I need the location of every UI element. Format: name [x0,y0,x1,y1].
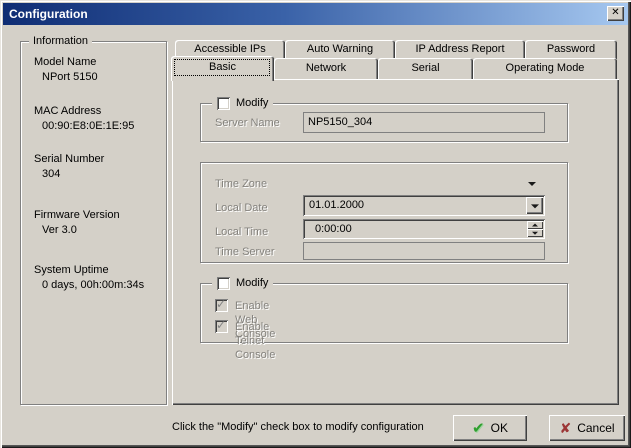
tab-serial[interactable]: Serial [378,58,473,79]
info-field-system-uptime: System Uptime 0 days, 00h:00m:34s [34,263,144,293]
server-name-input[interactable]: NP5150_304 [303,112,545,133]
modify-server-checkbox[interactable] [217,97,230,110]
tab-network[interactable]: Network [274,58,378,79]
local-date-label: Local Date [215,201,268,215]
info-field-firmware-version: Firmware Version Ver 3.0 [34,208,120,238]
tab-focus-rect [174,59,270,76]
modify-server-label: Modify [236,97,268,110]
spin-up-button[interactable] [527,221,543,229]
information-group-title: Information [29,35,92,48]
info-field-serial-number: Serial Number 304 [34,152,104,182]
title-bar[interactable]: Configuration ✕ [3,3,628,25]
tab-label: Auto Warning [307,43,373,55]
modify-server-checkbox-row[interactable]: Modify [212,96,273,110]
modify-console-checkbox-row[interactable]: Modify [212,276,273,290]
chevron-down-icon [532,232,538,235]
modify-console-label: Modify [236,277,268,290]
info-value: 304 [34,167,104,182]
tab-auto-warning[interactable]: Auto Warning [285,40,395,59]
local-time-value: 0:00:00 [315,219,352,239]
tab-password[interactable]: Password [525,40,617,59]
info-label: MAC Address [34,104,134,119]
chevron-up-icon [532,224,538,227]
info-label: System Uptime [34,263,144,278]
ok-button-label: OK [491,421,508,435]
info-label: Firmware Version [34,208,120,223]
check-icon: ✓ [216,318,226,332]
enable-telnet-console-checkbox[interactable]: ✓ [215,320,228,333]
info-label: Model Name [34,55,98,70]
spin-down-button[interactable] [527,229,543,237]
tab-ip-address-report[interactable]: IP Address Report [395,40,525,59]
info-field-model-name: Model Name NPort 5150 [34,55,98,85]
configuration-dialog: Configuration ✕ Information Model Name N… [0,0,631,448]
time-zone-combo[interactable] [303,173,545,191]
time-server-input[interactable] [303,242,545,260]
info-label: Serial Number [34,152,104,167]
footer-hint-text: Click the "Modify" check box to modify c… [172,414,424,440]
close-button[interactable]: ✕ [607,6,624,21]
tab-label: Accessible IPs [194,43,266,55]
chevron-down-icon [531,204,539,208]
check-icon: ✓ [216,297,226,311]
server-name-value: NP5150_304 [308,116,372,128]
info-value: Ver 3.0 [34,223,120,238]
ok-button[interactable]: ✔ OK [453,415,527,441]
cancel-button-label: Cancel [577,421,614,435]
information-group: Information Model Name NPort 5150 MAC Ad… [20,41,167,405]
tab-basic[interactable]: Basic [171,56,274,81]
time-server-label: Time Server [215,245,275,259]
tab-label: Operating Mode [506,62,585,74]
info-field-mac-address: MAC Address 00:90:E8:0E:1E:95 [34,104,134,134]
tab-label: Password [547,43,595,55]
enable-web-console-checkbox[interactable]: ✓ [215,299,228,312]
tab-label: IP Address Report [415,43,504,55]
modify-console-checkbox[interactable] [217,277,230,290]
local-date-combo[interactable]: 01.01.2000 [303,195,545,216]
chevron-down-icon [528,182,536,186]
enable-telnet-console-label: Enable Telnet Console [235,320,275,362]
time-settings-group: Time Zone Local Date 01.01.2000 Local Ti… [200,162,568,263]
cancel-x-icon: ✘ [559,420,571,437]
close-icon: ✕ [611,7,619,18]
time-zone-label: Time Zone [215,177,267,191]
cancel-button[interactable]: ✘ Cancel [549,415,625,441]
window-title: Configuration [9,7,88,21]
tab-label: Serial [411,62,439,74]
server-name-label: Server Name [215,116,280,130]
info-value: 00:90:E8:0E:1E:95 [34,119,134,134]
ok-check-icon: ✔ [472,419,485,437]
local-time-label: Local Time [215,225,268,239]
info-value: 0 days, 00h:00m:34s [34,278,144,293]
local-date-dropdown-button[interactable] [526,197,543,214]
local-time-spinner[interactable]: 0:00:00 [303,219,545,239]
info-value: NPort 5150 [34,70,98,85]
tab-operating-mode[interactable]: Operating Mode [473,58,617,79]
local-date-value: 01.01.2000 [309,195,364,216]
tab-label: Network [306,62,346,74]
